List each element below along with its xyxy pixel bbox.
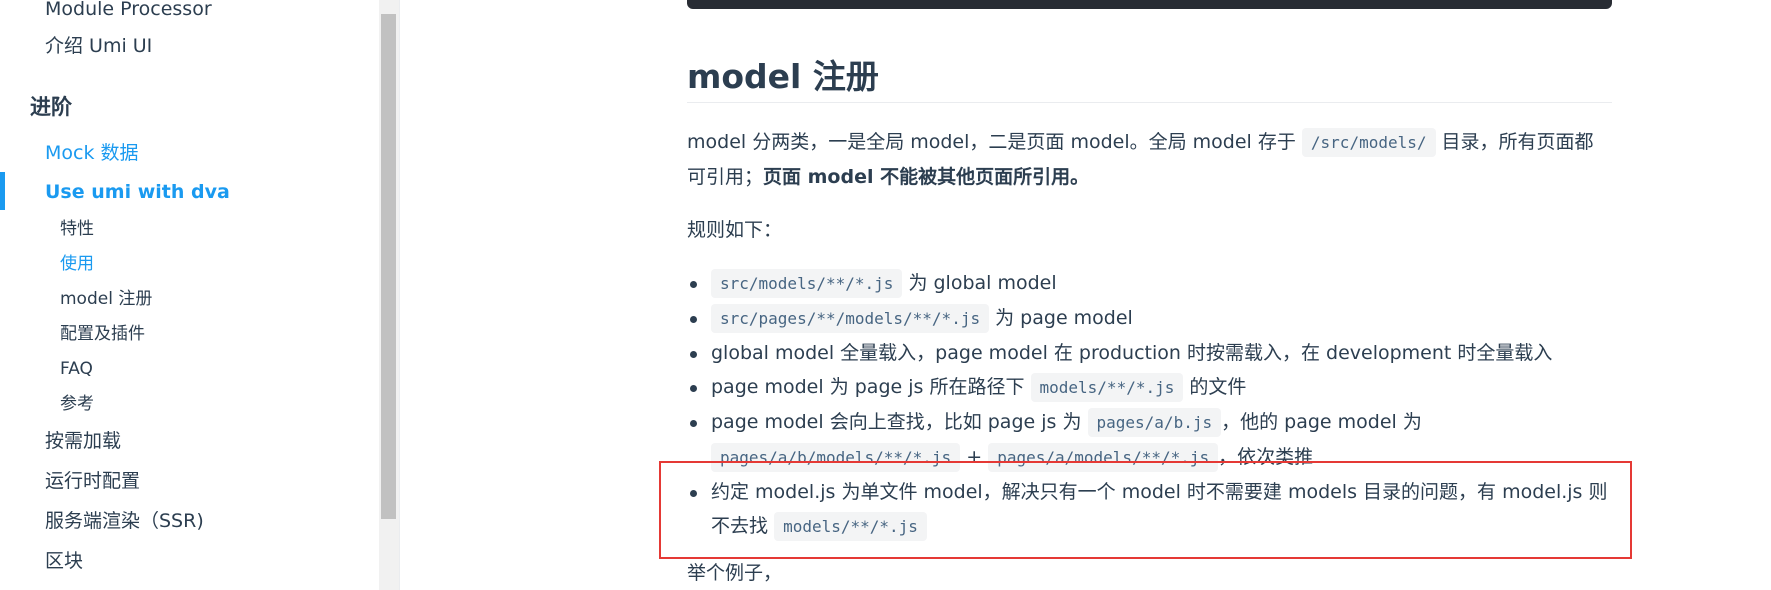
- sidebar-subitem-model-register[interactable]: model 注册: [60, 288, 152, 310]
- sidebar-item-dva[interactable]: Use umi with dva: [45, 180, 230, 204]
- sidebar-subitem-config-plugins[interactable]: 配置及插件: [60, 323, 145, 345]
- intro-paragraph: model 分两类，一是全局 model，二是页面 model。全局 model…: [687, 125, 1612, 194]
- rules-title: 规则如下：: [687, 219, 783, 241]
- sidebar: Module Processor 介绍 Umi UI 进阶 Mock 数据 Us…: [0, 0, 379, 590]
- code-block-end: [687, 0, 1612, 9]
- highlight-annotation-box: [659, 461, 1632, 559]
- sidebar-item-runtime-config[interactable]: 运行时配置: [45, 469, 140, 493]
- inline-code: /src/models/: [1301, 128, 1436, 157]
- inline-code: models/**/*.js: [1030, 373, 1184, 402]
- sidebar-group-advanced[interactable]: 进阶: [30, 94, 72, 120]
- inline-code: src/pages/**/models/**/*.js: [711, 304, 990, 333]
- sidebar-item-umi-ui[interactable]: 介绍 Umi UI: [45, 34, 152, 58]
- sidebar-item-mock[interactable]: Mock 数据: [45, 141, 139, 165]
- bold-note: 页面 model 不能被其他页面所引用。: [763, 166, 1090, 188]
- list-item: src/models/**/*.js 为 global model: [687, 266, 1612, 301]
- active-indicator: [0, 172, 5, 210]
- sidebar-item-ssr[interactable]: 服务端渲染（SSR): [45, 509, 204, 533]
- sidebar-subitem-faq[interactable]: FAQ: [60, 358, 93, 380]
- sidebar-item-blocks[interactable]: 区块: [45, 549, 83, 573]
- sidebar-item-module-processor[interactable]: Module Processor: [45, 0, 212, 21]
- list-item: src/pages/**/models/**/*.js 为 page model: [687, 301, 1612, 336]
- sidebar-subitem-usage[interactable]: 使用: [60, 253, 94, 275]
- section-heading: model 注册: [687, 57, 879, 96]
- sidebar-subitem-features[interactable]: 特性: [60, 218, 94, 240]
- sidebar-divider: [399, 0, 400, 590]
- sidebar-scrollbar-thumb[interactable]: [381, 14, 396, 519]
- list-item: page model 为 page js 所在路径下 models/**/*.j…: [687, 370, 1612, 405]
- inline-code: src/models/**/*.js: [711, 269, 903, 298]
- example-paragraph: 举个例子，: [687, 562, 783, 584]
- sidebar-item-lazy-load[interactable]: 按需加载: [45, 429, 121, 453]
- sidebar-subitem-reference[interactable]: 参考: [60, 393, 94, 415]
- list-item: global model 全量载入，page model 在 productio…: [687, 336, 1612, 370]
- heading-underline: [687, 102, 1612, 103]
- inline-code: pages/a/b.js: [1087, 408, 1222, 437]
